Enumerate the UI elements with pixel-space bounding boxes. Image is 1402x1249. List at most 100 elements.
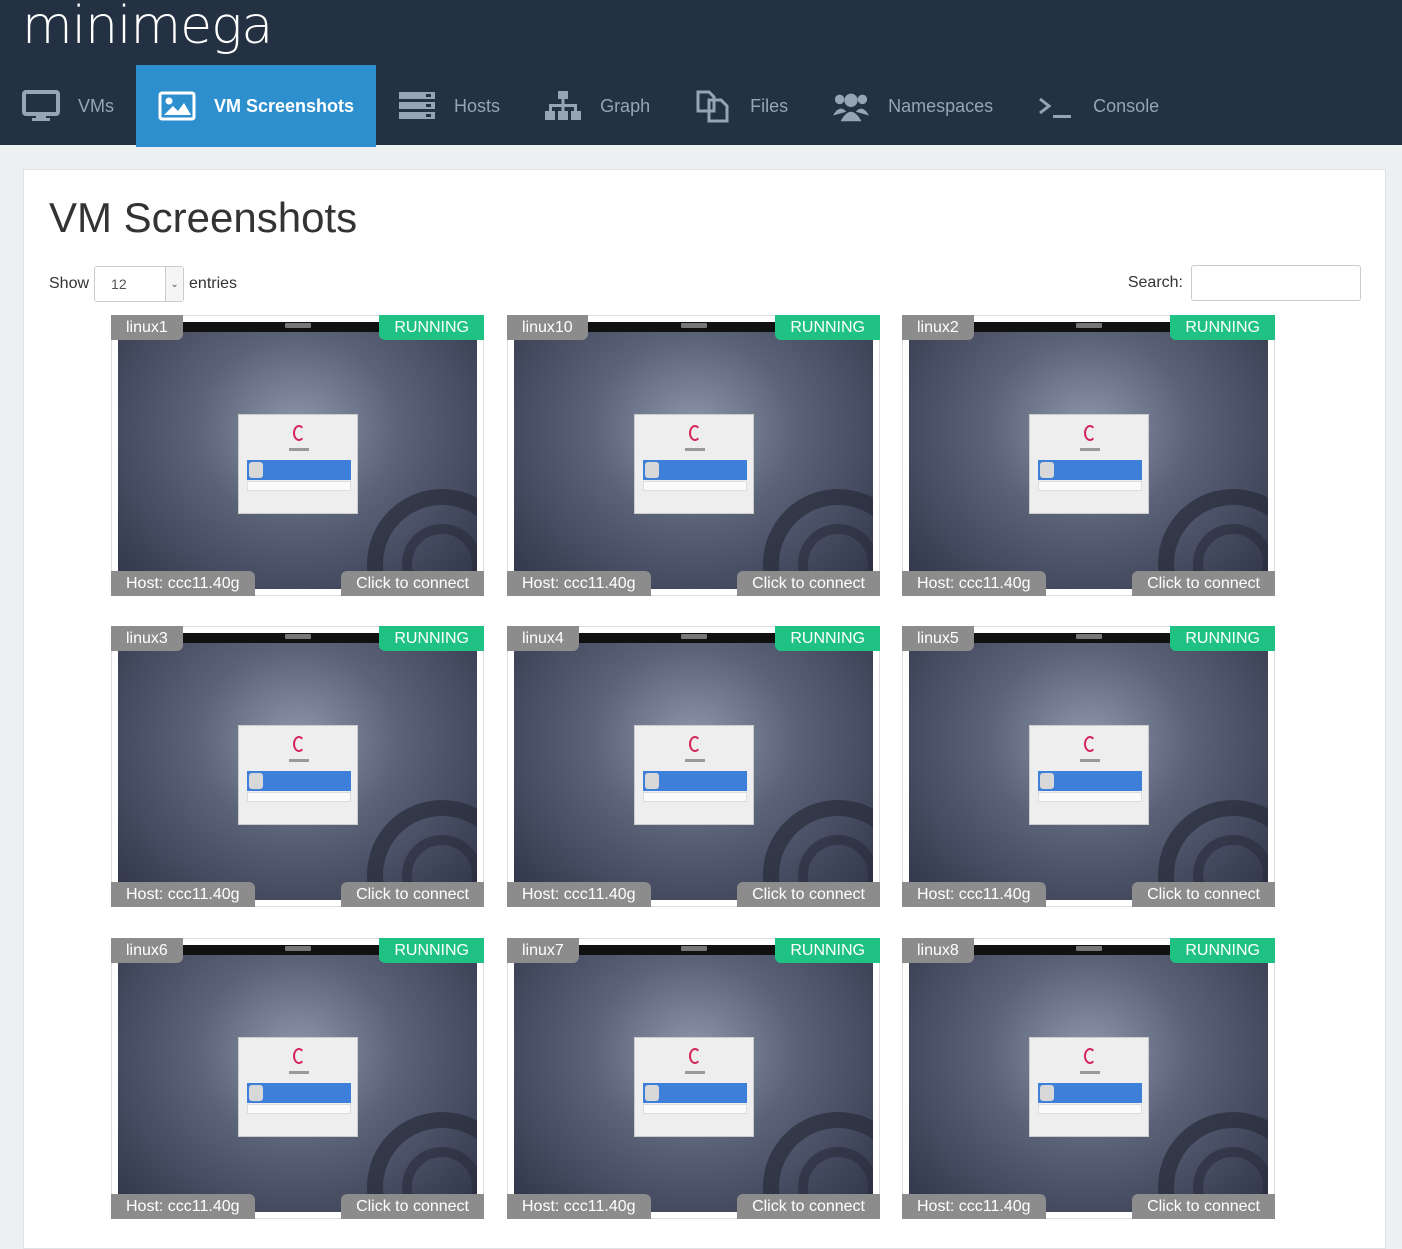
debian-logo-icon bbox=[689, 425, 701, 441]
avatar bbox=[645, 773, 659, 789]
vm-host-label: Host: ccc11.40g bbox=[902, 882, 1046, 907]
vm-screenshot[interactable] bbox=[507, 626, 880, 907]
connect-button[interactable]: Click to connect bbox=[1132, 1194, 1275, 1219]
avatar bbox=[1040, 462, 1054, 478]
vm-card[interactable]: linux1 RUNNING Host: ccc11.40g Click to con… bbox=[111, 315, 484, 596]
dialog-title-graphic bbox=[289, 448, 309, 451]
nav-item-files[interactable]: Files bbox=[672, 65, 810, 147]
vm-name-label: linux3 bbox=[111, 626, 183, 651]
debian-logo-icon bbox=[293, 1048, 305, 1064]
avatar bbox=[1040, 1085, 1054, 1101]
nav-item-graph[interactable]: Graph bbox=[522, 65, 672, 147]
connect-button[interactable]: Click to connect bbox=[1132, 571, 1275, 596]
vm-card[interactable]: linux7 RUNNING Host: ccc11.40g Click to con… bbox=[507, 938, 880, 1219]
other-row-graphic bbox=[643, 481, 747, 491]
user-row-graphic bbox=[643, 1083, 747, 1103]
vm-screen-image bbox=[909, 322, 1268, 589]
vm-screenshot[interactable] bbox=[902, 938, 1275, 1219]
vm-screenshot[interactable] bbox=[111, 315, 484, 596]
dialog-title-graphic bbox=[1080, 759, 1100, 762]
vm-host-label: Host: ccc11.40g bbox=[111, 571, 255, 596]
chevron-down-icon: ⌄ bbox=[165, 267, 184, 301]
terminal-icon bbox=[1037, 89, 1075, 123]
debian-logo-icon bbox=[689, 736, 701, 752]
connect-button[interactable]: Click to connect bbox=[737, 882, 880, 907]
connect-button[interactable]: Click to connect bbox=[341, 571, 484, 596]
user-row-graphic bbox=[247, 460, 351, 480]
vm-screen-image bbox=[514, 945, 873, 1212]
dialog-title-graphic bbox=[1080, 1071, 1100, 1074]
connect-button[interactable]: Click to connect bbox=[1132, 882, 1275, 907]
avatar bbox=[249, 773, 263, 789]
vm-card[interactable]: linux8 RUNNING Host: ccc11.40g Click to con… bbox=[902, 938, 1275, 1219]
connect-button[interactable]: Click to connect bbox=[737, 1194, 880, 1219]
user-row-graphic bbox=[1038, 460, 1142, 480]
vm-card[interactable]: linux4 RUNNING Host: ccc11.40g Click to con… bbox=[507, 626, 880, 907]
nav-label: Console bbox=[1093, 95, 1160, 116]
entries-label: entries bbox=[189, 275, 238, 292]
entries-select[interactable]: 12 ⌄ bbox=[94, 266, 185, 302]
connect-button[interactable]: Click to connect bbox=[341, 882, 484, 907]
vm-screenshot[interactable] bbox=[902, 315, 1275, 596]
vm-screenshot[interactable] bbox=[111, 938, 484, 1219]
vm-name-label: linux2 bbox=[902, 315, 974, 340]
nav-label: Namespaces bbox=[888, 95, 994, 116]
content-panel: VM Screenshots Show 12 ⌄ entries Search:… bbox=[23, 169, 1386, 1249]
files-icon bbox=[694, 89, 732, 123]
nav-item-namespaces[interactable]: Namespaces bbox=[810, 65, 1015, 147]
vm-screenshot[interactable] bbox=[507, 938, 880, 1219]
vm-host-label: Host: ccc11.40g bbox=[902, 571, 1046, 596]
vm-status-badge: RUNNING bbox=[379, 315, 484, 340]
vm-card[interactable]: linux2 RUNNING Host: ccc11.40g Click to con… bbox=[902, 315, 1275, 596]
vm-screen-image bbox=[909, 945, 1268, 1212]
login-dialog-graphic bbox=[634, 725, 754, 825]
monitor-icon bbox=[22, 89, 60, 123]
avatar bbox=[645, 462, 659, 478]
user-row-graphic bbox=[643, 460, 747, 480]
nav-item-vm-screenshots[interactable]: VM Screenshots bbox=[136, 65, 377, 147]
user-row-graphic bbox=[643, 771, 747, 791]
vm-screen-image bbox=[514, 322, 873, 589]
nav-label: Graph bbox=[600, 95, 651, 116]
page-title: VM Screenshots bbox=[49, 194, 358, 241]
vm-card[interactable]: linux6 RUNNING Host: ccc11.40g Click to con… bbox=[111, 938, 484, 1219]
vm-screenshot[interactable] bbox=[902, 626, 1275, 907]
connect-button[interactable]: Click to connect bbox=[737, 571, 880, 596]
debian-logo-icon bbox=[293, 736, 305, 752]
debian-logo-icon bbox=[689, 1048, 701, 1064]
vm-name-label: linux10 bbox=[507, 315, 588, 340]
debian-logo-icon bbox=[293, 425, 305, 441]
vm-name-label: linux6 bbox=[111, 938, 183, 963]
login-dialog-graphic bbox=[238, 725, 358, 825]
vm-name-label: linux1 bbox=[111, 315, 183, 340]
vm-card[interactable]: linux3 RUNNING Host: ccc11.40g Click to con… bbox=[111, 626, 484, 907]
search-input[interactable] bbox=[1191, 265, 1361, 301]
login-dialog-graphic bbox=[1029, 725, 1149, 825]
vm-screen-image bbox=[514, 633, 873, 900]
nav-item-vms[interactable]: VMs bbox=[0, 65, 136, 147]
nav-label: VM Screenshots bbox=[214, 95, 355, 116]
nav-item-hosts[interactable]: Hosts bbox=[376, 65, 522, 147]
vm-clock bbox=[284, 323, 311, 328]
dialog-title-graphic bbox=[289, 1071, 309, 1074]
vm-screenshot[interactable] bbox=[507, 315, 880, 596]
connect-button[interactable]: Click to connect bbox=[341, 1194, 484, 1219]
login-dialog-graphic bbox=[238, 1037, 358, 1137]
login-dialog-graphic bbox=[1029, 1037, 1149, 1137]
entries-value: 12 bbox=[111, 276, 127, 292]
user-row-graphic bbox=[247, 1083, 351, 1103]
login-dialog-graphic bbox=[1029, 414, 1149, 514]
vm-screenshot[interactable] bbox=[111, 626, 484, 907]
nav-item-console[interactable]: Console bbox=[1015, 65, 1181, 147]
user-row-graphic bbox=[1038, 1083, 1142, 1103]
app-logo[interactable]: minimega bbox=[22, 0, 273, 56]
vm-clock bbox=[284, 634, 311, 639]
debian-logo-icon bbox=[1084, 736, 1096, 752]
vm-card[interactable]: linux5 RUNNING Host: ccc11.40g Click to con… bbox=[902, 626, 1275, 907]
vm-clock bbox=[680, 946, 707, 951]
vm-card[interactable]: linux10 RUNNING Host: ccc11.40g Click to co… bbox=[507, 315, 880, 596]
vm-host-label: Host: ccc11.40g bbox=[902, 1194, 1046, 1219]
vm-host-label: Host: ccc11.40g bbox=[111, 882, 255, 907]
dialog-title-graphic bbox=[289, 759, 309, 762]
login-dialog-graphic bbox=[634, 414, 754, 514]
